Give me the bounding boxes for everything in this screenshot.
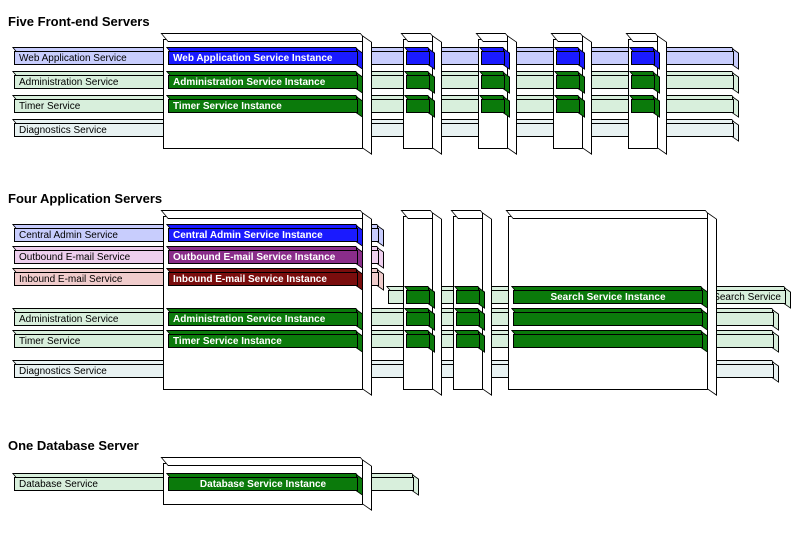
label-diagnostics-service-2: Diagnostics Service xyxy=(19,366,107,377)
label-inbound-email-service: Inbound E-mail Service xyxy=(19,274,122,285)
seg xyxy=(513,312,703,326)
label-web-app-instance: Web Application Service Instance xyxy=(173,53,333,64)
label-timer-instance: Timer Service Instance xyxy=(173,101,282,112)
seg xyxy=(456,334,480,348)
label-central-admin-instance: Central Admin Service Instance xyxy=(173,230,323,241)
app-title: Four Application Servers xyxy=(8,191,785,206)
seg xyxy=(406,290,430,304)
label-administration-service: Administration Service xyxy=(19,77,118,88)
seg xyxy=(456,312,480,326)
seg xyxy=(481,51,505,65)
instance-central-admin: Central Admin Service Instance xyxy=(168,228,358,242)
seg xyxy=(631,99,655,113)
seg xyxy=(481,75,505,89)
instance-administration: Administration Service Instance xyxy=(168,75,358,89)
label-central-admin-service: Central Admin Service xyxy=(19,230,118,241)
app-canvas: Central Admin Service Outbound E-mail Se… xyxy=(8,216,785,416)
label-administration-instance-2: Administration Service Instance xyxy=(173,314,325,325)
seg xyxy=(556,51,580,65)
db-section: One Database Server Database Service Dat… xyxy=(8,438,785,523)
label-administration-instance: Administration Service Instance xyxy=(173,77,325,88)
label-web-app-service: Web Application Service xyxy=(19,53,127,64)
lane-administration: Administration Service xyxy=(14,75,734,89)
label-database-service: Database Service xyxy=(19,479,98,490)
instance-timer-2: Timer Service Instance xyxy=(168,334,358,348)
seg xyxy=(513,334,703,348)
frontend-title: Five Front-end Servers xyxy=(8,14,785,29)
label-administration-service-2: Administration Service xyxy=(19,314,118,325)
label-timer-instance-2: Timer Service Instance xyxy=(173,336,282,347)
label-diagnostics-service: Diagnostics Service xyxy=(19,125,107,136)
label-timer-service: Timer Service xyxy=(19,101,80,112)
instance-inbound-email: Inbound E-mail Service Instance xyxy=(168,272,358,286)
seg xyxy=(556,75,580,89)
seg xyxy=(406,75,430,89)
seg xyxy=(481,99,505,113)
seg xyxy=(631,75,655,89)
db-title: One Database Server xyxy=(8,438,785,453)
seg xyxy=(406,334,430,348)
instance-timer: Timer Service Instance xyxy=(168,99,358,113)
lane-web-app: Web Application Service xyxy=(14,51,734,65)
app-server-1 xyxy=(163,216,365,390)
seg xyxy=(456,290,480,304)
instance-search: Search Service Instance xyxy=(513,290,703,304)
label-search-instance: Search Service Instance xyxy=(550,292,665,303)
instance-web-app: Web Application Service Instance xyxy=(168,51,358,65)
instance-database: Database Service Instance xyxy=(168,477,358,491)
app-section: Four Application Servers Central Admin S… xyxy=(8,191,785,416)
lane-timer: Timer Service xyxy=(14,99,734,113)
label-outbound-email-instance: Outbound E-mail Service Instance xyxy=(173,252,335,263)
seg xyxy=(631,51,655,65)
lane-diagnostics: Diagnostics Service xyxy=(14,123,734,137)
seg xyxy=(556,99,580,113)
label-database-instance: Database Service Instance xyxy=(200,479,326,490)
label-outbound-email-service: Outbound E-mail Service xyxy=(19,252,130,263)
db-canvas: Database Service Database Service Instan… xyxy=(8,463,785,523)
seg xyxy=(406,312,430,326)
frontend-canvas: Web Application Service Administration S… xyxy=(8,39,785,169)
label-inbound-email-instance: Inbound E-mail Service Instance xyxy=(173,274,327,285)
instance-outbound-email: Outbound E-mail Service Instance xyxy=(168,250,358,264)
frontend-section: Five Front-end Servers Web Application S… xyxy=(8,14,785,169)
seg xyxy=(406,99,430,113)
seg xyxy=(406,51,430,65)
instance-administration-2: Administration Service Instance xyxy=(168,312,358,326)
label-search-service: Search Service xyxy=(713,292,781,303)
label-timer-service-2: Timer Service xyxy=(19,336,80,347)
